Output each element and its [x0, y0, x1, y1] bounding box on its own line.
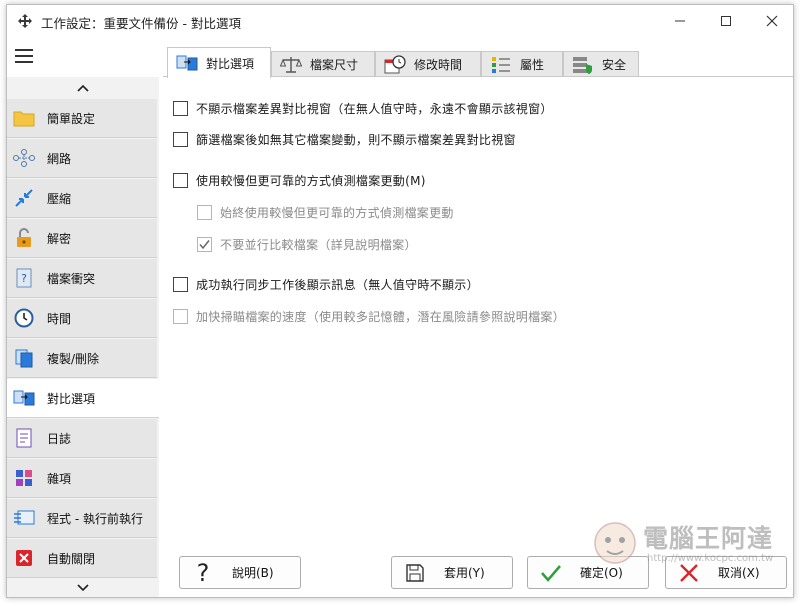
copy-delete-icon	[13, 347, 35, 369]
question-icon: ?	[186, 558, 220, 588]
minimize-icon	[675, 20, 685, 22]
chevron-down-icon	[77, 584, 89, 592]
attributes-icon	[490, 55, 512, 75]
sidebar: 簡單設定 網路 壓縮 解密 ? 檔案衝突 時間 複製/刪除 對比選項 日誌 雜項…	[7, 77, 159, 597]
sidebar-item-log[interactable]: 日誌	[7, 419, 157, 458]
option-slow-reliable-detection[interactable]: 使用較慢但更可靠的方式偵測檔案更動(M)	[173, 172, 426, 189]
option-show-success-message[interactable]: 成功執行同步工作後顯示訊息（無人值守時不顯示）	[173, 276, 479, 293]
folder-icon	[13, 107, 35, 129]
app-icon	[18, 14, 32, 28]
sidebar-item-decrypt[interactable]: 解密	[7, 219, 157, 258]
tab-security[interactable]: 安全	[563, 51, 639, 77]
chevron-up-icon	[77, 84, 89, 92]
svg-text:?: ?	[21, 272, 27, 285]
title-bar: 工作設定：重要文件備份 - 對比選項	[7, 5, 793, 37]
network-icon	[13, 147, 35, 169]
checkbox-checked[interactable]	[197, 237, 212, 252]
tab-compare-options[interactable]: 對比選項	[167, 47, 271, 78]
option-hide-diff-after-filter[interactable]: 篩選檔案後如無其它檔案變動，則不顯示檔案差異對比視窗	[173, 131, 516, 148]
option-always-slow-detection[interactable]: 始終使用較慢但更可靠的方式偵測檔案更動	[197, 204, 454, 221]
sidebar-item-compression[interactable]: 壓縮	[7, 179, 157, 218]
checkbox[interactable]	[173, 101, 188, 116]
unlock-icon	[13, 227, 35, 249]
sidebar-item-basic-settings[interactable]: 簡單設定	[7, 99, 157, 138]
scale-icon	[280, 55, 302, 75]
clock-icon	[13, 307, 35, 329]
close-icon	[672, 558, 706, 588]
cancel-button[interactable]: 取消(X)	[665, 556, 787, 589]
option-no-parallel-compare[interactable]: 不要並行比較檔案（詳見說明檔案）	[197, 236, 417, 253]
sidebar-item-auto-close[interactable]: 自動關閉	[7, 539, 157, 578]
compress-icon	[13, 187, 35, 209]
apply-button[interactable]: 套用(Y)	[391, 556, 513, 589]
clock-calendar-icon	[384, 54, 406, 75]
checkbox[interactable]	[173, 132, 188, 147]
option-faster-scan[interactable]: 加快掃瞄檔案的速度（使用較多記憶體，潛在風險請參照說明檔案）	[173, 308, 565, 325]
dialog-footer: ? 說明(B) 套用(Y) 確定(O) 取消(X)	[163, 546, 793, 597]
log-icon	[13, 427, 35, 449]
close-icon	[766, 15, 778, 27]
ok-button[interactable]: 確定(O)	[527, 556, 649, 589]
file-conflict-icon: ?	[13, 267, 35, 289]
checkbox[interactable]	[173, 173, 188, 188]
sidebar-scroll-up-button[interactable]	[7, 77, 159, 99]
checkbox[interactable]	[173, 277, 188, 292]
window-title: 工作設定：重要文件備份 - 對比選項	[41, 16, 241, 31]
program-icon	[13, 507, 35, 529]
checkbox[interactable]	[173, 309, 188, 324]
sidebar-item-network[interactable]: 網路	[7, 139, 157, 178]
compare-icon	[13, 387, 35, 409]
sidebar-item-file-conflict[interactable]: ? 檔案衝突	[7, 259, 157, 298]
checkmark-icon	[199, 240, 210, 250]
sidebar-item-copy-delete[interactable]: 複製/刪除	[7, 339, 157, 378]
option-hide-diff-window[interactable]: 不顯示檔案差異對比視窗（在無人值守時，永遠不會顯示該視窗）	[173, 100, 553, 117]
svg-text:?: ?	[197, 560, 210, 586]
menu-hamburger-icon[interactable]	[15, 49, 33, 63]
tab-file-size[interactable]: 檔案尺寸	[271, 51, 375, 77]
settings-window: 工作設定：重要文件備份 - 對比選項 簡單設定 網路 壓縮 解密 ? 檔案衝突 …	[6, 4, 794, 598]
save-icon	[398, 558, 432, 588]
help-button[interactable]: ? 說明(B)	[179, 556, 301, 589]
sidebar-item-misc[interactable]: 雜項	[7, 459, 157, 498]
sidebar-item-time[interactable]: 時間	[7, 299, 157, 338]
tab-modified-time[interactable]: 修改時間	[375, 51, 481, 77]
security-icon	[572, 55, 594, 75]
compare-options-panel: 不顯示檔案差異對比視窗（在無人值守時，永遠不會顯示該視窗） 篩選檔案後如無其它檔…	[163, 76, 793, 546]
compare-icon	[176, 53, 198, 73]
maximize-button[interactable]	[703, 5, 749, 37]
checkmark-icon	[534, 558, 568, 588]
close-button[interactable]	[749, 5, 793, 37]
minimize-button[interactable]	[657, 5, 703, 37]
sidebar-item-compare-options[interactable]: 對比選項	[7, 379, 159, 418]
auto-close-icon	[13, 547, 35, 569]
tab-attributes[interactable]: 屬性	[481, 51, 563, 77]
maximize-icon	[721, 16, 731, 26]
misc-icon	[13, 467, 35, 489]
sidebar-scroll-down-button[interactable]	[7, 577, 159, 597]
sidebar-item-program-before[interactable]: 程式 - 執行前執行	[7, 499, 157, 538]
checkbox[interactable]	[197, 205, 212, 220]
